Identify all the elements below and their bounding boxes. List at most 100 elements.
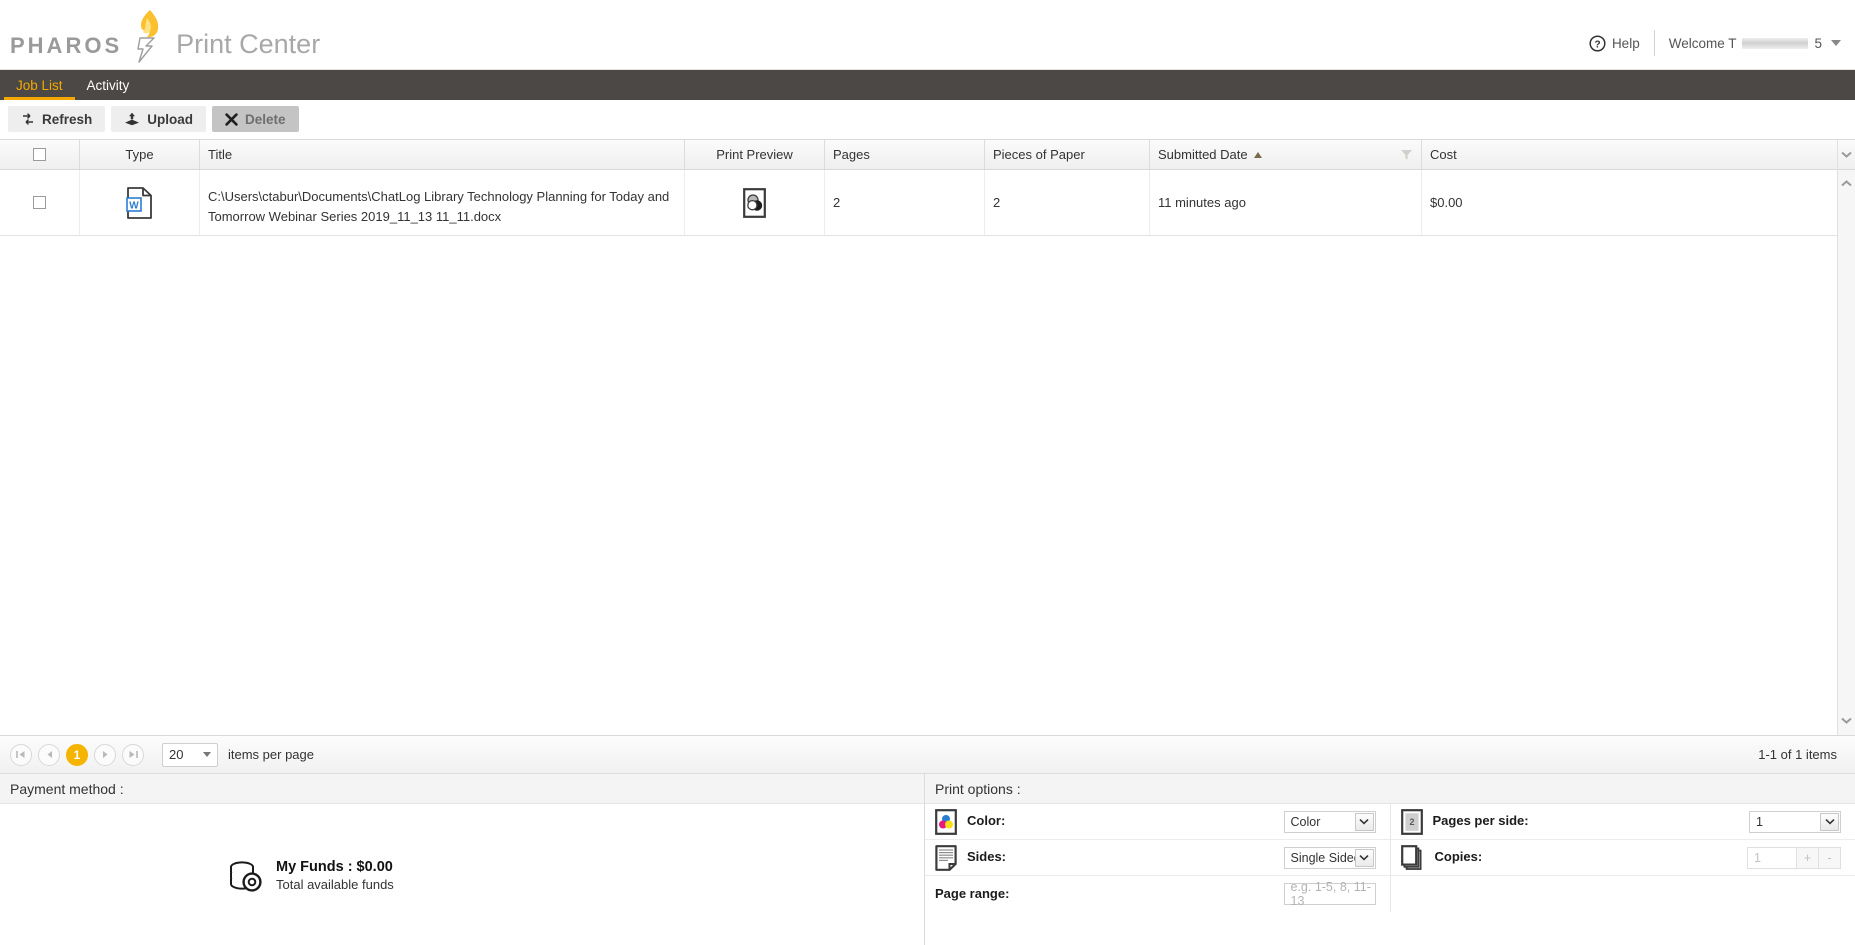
svg-text:2: 2 [1409,817,1414,827]
row-select-cell[interactable] [0,170,80,235]
select-all-checkbox[interactable] [33,148,46,161]
help-button[interactable]: ? Help [1589,35,1640,52]
tab-activity[interactable]: Activity [75,70,142,100]
redacted-username [1742,38,1808,49]
column-header-select-all[interactable] [0,140,80,169]
word-document-icon: W [126,187,153,219]
items-per-page-label: items per page [228,747,314,762]
copies-stepper[interactable]: 1 + - [1747,847,1841,869]
option-row-pages-per-side: 2 Pages per side: 1 [1391,804,1855,840]
next-page-button[interactable] [94,744,116,766]
welcome-prefix: Welcome T [1669,36,1737,51]
row-type-cell: W [80,170,200,235]
option-label-sides: Sides: [967,850,1006,865]
option-row-sides: Sides: Single Sided [925,840,1390,876]
scroll-down-button[interactable] [1838,711,1855,729]
column-header-submitted-date[interactable]: Submitted Date [1150,140,1422,169]
scroll-up-button[interactable] [1838,174,1855,192]
page-button-current[interactable]: 1 [66,744,88,766]
option-label-page-range: Page range: [935,887,1009,902]
row-checkbox[interactable] [33,196,46,209]
help-label: Help [1612,36,1640,51]
items-per-page-select[interactable]: 20 [162,743,218,767]
column-header-type[interactable]: Type [80,140,200,169]
grid-toolbar: Refresh Upload Delete [0,100,1855,139]
copies-input[interactable]: 1 [1747,847,1797,869]
header-actions: ? Help Welcome T 5 [1589,30,1841,56]
upload-arrow-icon [124,112,140,126]
sort-ascending-icon [1254,152,1262,158]
pages-per-side-select[interactable]: 1 [1749,811,1841,833]
delete-label: Delete [245,112,286,127]
column-header-cost[interactable]: Cost [1422,140,1840,169]
chevron-down-icon [203,752,211,757]
funnel-icon[interactable] [1400,148,1413,161]
close-x-icon [225,113,238,126]
column-header-cost-label: Cost [1430,147,1457,162]
column-header-title[interactable]: Title [200,140,685,169]
table-row[interactable]: W C:\Users\ctabur\Documents\ChatLog Libr… [0,170,1855,236]
column-header-pieces-of-paper[interactable]: Pieces of Paper [985,140,1150,169]
pager-range-text: 1-1 of 1 items [1758,747,1837,762]
brand-wordmark: PHAROS [10,35,122,66]
grid-pager: 1 20 items per page 1-1 of 1 items [0,736,1855,774]
print-preview-icon[interactable] [743,188,766,218]
copies-increment-button[interactable]: + [1797,847,1819,869]
chevron-down-icon [1831,40,1841,46]
column-header-pieces-of-paper-label: Pieces of Paper [993,147,1085,162]
my-funds-block: My Funds : $0.00 Total available funds [228,859,394,892]
chevron-down-icon [1820,813,1839,831]
welcome-suffix: 5 [1814,36,1822,51]
print-options-columns: Color: Color [925,804,1855,912]
payment-method-title: Payment method : [0,774,924,804]
column-header-print-preview-label: Print Preview [716,147,793,162]
user-menu-button[interactable]: Welcome T 5 [1669,36,1841,51]
my-funds-subtitle: Total available funds [276,877,394,892]
option-row-color: Color: Color [925,804,1390,840]
grid-header-row: Type Title Print Preview Pages Pieces of… [0,140,1855,170]
my-funds-amount: My Funds : $0.00 [276,859,394,875]
refresh-label: Refresh [42,112,92,127]
refresh-button[interactable]: Refresh [8,106,105,132]
sides-select-value: Single Sided [1291,851,1361,865]
previous-page-button[interactable] [38,744,60,766]
pages-per-side-value: 1 [1756,815,1763,829]
column-menu-button[interactable] [1838,140,1855,170]
svg-text:?: ? [1594,39,1600,50]
chevron-down-icon [1355,849,1374,867]
row-title-text: C:\Users\ctabur\Documents\ChatLog Librar… [208,178,676,227]
copies-decrement-button[interactable]: - [1819,847,1841,869]
app-header: PHAROS Print Center ? Help Welcome T 5 [0,0,1855,70]
option-label-color: Color: [967,814,1005,829]
option-label-pages-per-side: Pages per side: [1433,814,1529,829]
first-page-button[interactable] [10,744,32,766]
column-header-pages-label: Pages [833,147,870,162]
upload-button[interactable]: Upload [111,106,206,132]
torch-icon [122,6,168,66]
column-header-submitted-date-label: Submitted Date [1158,147,1248,162]
row-title-cell: C:\Users\ctabur\Documents\ChatLog Librar… [200,170,685,235]
chevron-down-icon [1355,813,1374,831]
brand-logo: PHAROS Print Center [10,6,320,66]
sides-page-icon [935,845,957,871]
print-options-column-right: 2 Pages per side: 1 [1391,804,1855,912]
refresh-arrows-icon [21,113,35,126]
print-options-title: Print options : [925,774,1855,804]
tab-job-list[interactable]: Job List [4,70,75,100]
payment-method-panel: Payment method : My Funds : $0.00 Total … [0,774,925,945]
row-pieces-of-paper-cell: 2 [985,170,1150,235]
color-select-value: Color [1291,815,1321,829]
print-options-column-left: Color: Color [925,804,1391,912]
sides-select[interactable]: Single Sided [1284,847,1376,869]
last-page-button[interactable] [122,744,144,766]
header-divider [1654,30,1655,56]
column-header-pages[interactable]: Pages [825,140,985,169]
delete-button[interactable]: Delete [212,106,299,132]
row-print-preview-cell[interactable] [685,170,825,235]
tab-activity-label: Activity [87,78,130,93]
page-range-input[interactable]: e.g. 1-5, 8, 11-13 [1284,883,1376,905]
row-cost-cell: $0.00 [1422,170,1840,235]
grid-vertical-scrollbar[interactable] [1837,140,1855,735]
column-header-print-preview[interactable]: Print Preview [685,140,825,169]
color-select[interactable]: Color [1284,811,1376,833]
